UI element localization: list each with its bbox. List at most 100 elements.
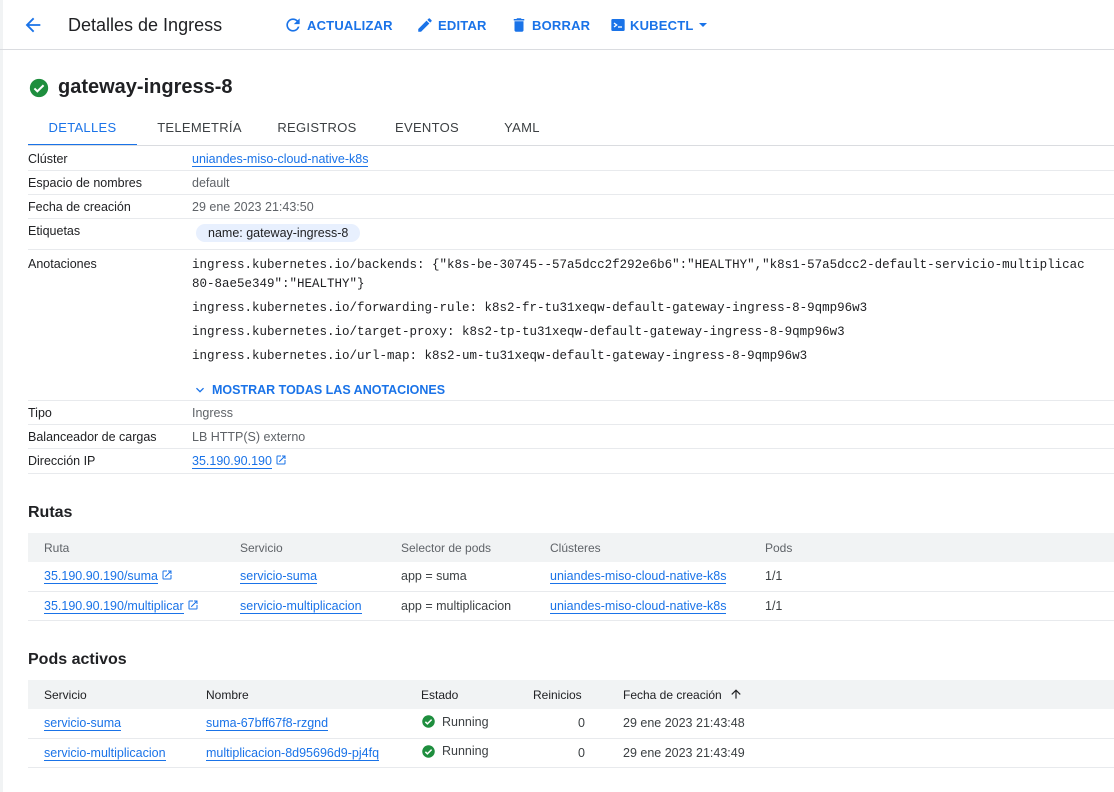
cluster-link[interactable]: uniandes-miso-cloud-native-k8s [192,152,369,167]
col-name[interactable]: Nombre [190,680,405,709]
pods-table: Servicio Nombre Estado Reinicios Fecha d… [28,680,1114,768]
external-link-icon [276,455,286,465]
table-row: servicio-suma suma-67bff67f8-rzgnd Runni… [28,709,1114,739]
route-link[interactable]: 35.190.90.190/multiplicar [44,598,184,614]
pencil-icon [418,18,432,32]
label-chip: name: gateway-ingress-8 [196,224,361,242]
detail-row-lb: Balanceador de cargas LB HTTP(S) externo [28,425,1114,449]
routes-title: Rutas [28,504,73,521]
namespace-label: Espacio de nombres [28,176,142,190]
service-link[interactable]: servicio-suma [44,716,122,732]
tab-telemetry[interactable]: TELEMETRÍA [137,112,262,146]
type-value: Ingress [192,406,233,420]
type-label: Tipo [28,406,52,420]
resource-name: gateway-ingress-8 [58,76,233,98]
detail-row-labels: Etiquetas name: gateway-ingress-8 [28,219,1114,250]
status-text: Running [442,714,489,729]
col-created-label: Fecha de creación [623,688,722,702]
show-all-annotations-button[interactable]: MOSTRAR TODAS LAS ANOTACIONES [192,382,445,398]
page-header: Detalles de Ingress ACTUALIZAR EDITAR BO… [0,0,1114,50]
chevron-down-icon [196,387,204,393]
pods-value: 1/1 [749,591,1114,621]
detail-row-namespace: Espacio de nombres default [28,171,1114,195]
external-link-icon [162,570,172,580]
tab-bar: DETALLES TELEMETRÍA REGISTROS EVENTOS YA… [28,112,562,146]
col-service: Servicio [224,533,385,562]
routes-table: Ruta Servicio Selector de pods Clústeres… [28,533,1114,621]
check-circle-icon [29,78,49,97]
show-all-label: MOSTRAR TODAS LAS ANOTACIONES [212,383,446,397]
route-link[interactable]: 35.190.90.190/suma [44,569,158,585]
annotation-backends-line1: ingress.kubernetes.io/backends: {"k8s-be… [192,258,1085,272]
detail-row-ip: Dirección IP 35.190.90.190 [28,449,1114,474]
details-panel: Clúster uniandes-miso-cloud-native-k8s E… [28,147,1114,474]
namespace-value: default [192,176,230,190]
col-service[interactable]: Servicio [28,680,190,709]
status-text: Running [442,744,489,758]
cluster-label: Clúster [28,152,68,166]
check-circle-icon [422,744,435,758]
terminal-icon [611,19,625,31]
lb-label: Balanceador de cargas [28,430,157,444]
page-title: Detalles de Ingress [68,15,223,35]
tabs-divider [28,145,1114,146]
back-arrow-icon[interactable] [22,14,44,36]
col-restarts[interactable]: Reinicios [517,680,607,709]
table-row: servicio-multiplicacion multiplicacion-8… [28,738,1114,768]
tab-events[interactable]: EVENTOS [372,112,482,146]
delete-button[interactable]: BORRAR [510,14,590,36]
service-link[interactable]: servicio-multiplicacion [240,598,362,614]
col-pods: Pods [749,533,1114,562]
kubectl-label: KUBECTL [630,17,694,33]
kubectl-menu-button[interactable]: KUBECTL [610,14,708,36]
annotation-forwarding-rule: ingress.kubernetes.io/forwarding-rule: k… [192,301,868,315]
left-rail [0,0,3,792]
tab-yaml[interactable]: YAML [482,112,562,146]
trash-icon [513,18,525,32]
pods-header-row: Servicio Nombre Estado Reinicios Fecha d… [28,680,1114,709]
detail-row-cluster: Clúster uniandes-miso-cloud-native-k8s [28,147,1114,171]
detail-row-type: Tipo Ingress [28,401,1114,425]
created-value: 29 ene 2023 21:43:50 [192,200,314,214]
created-value: 29 ene 2023 21:43:48 [607,709,1114,739]
cluster-link[interactable]: uniandes-miso-cloud-native-k8s [550,569,727,585]
col-selector: Selector de pods [385,533,534,562]
created-value: 29 ene 2023 21:43:49 [607,738,1114,768]
col-clusters: Clústeres [534,533,749,562]
service-link[interactable]: servicio-suma [240,569,318,585]
pod-link[interactable]: multiplicacion-8d95696d9-pj4fq [206,745,380,761]
col-route: Ruta [28,533,224,562]
pod-link[interactable]: suma-67bff67f8-rzgnd [206,716,329,732]
delete-label: BORRAR [532,17,591,33]
annotation-backends-line2: 80-8ae5e349":"HEALTHY"} [192,277,365,291]
tab-details[interactable]: DETALLES [28,112,137,146]
refresh-button[interactable]: ACTUALIZAR [283,14,393,36]
ip-label: Dirección IP [28,454,96,468]
caret-down-icon [698,23,707,27]
detail-row-annotations: Anotaciones ingress.kubernetes.io/backen… [28,250,1114,401]
annotations-label: Anotaciones [28,257,97,271]
lb-value: LB HTTP(S) externo [192,430,306,444]
edit-button[interactable]: EDITAR [416,14,487,36]
annotation-target-proxy: ingress.kubernetes.io/target-proxy: k8s2… [192,325,845,339]
created-label: Fecha de creación [28,200,131,214]
routes-header-row: Ruta Servicio Selector de pods Clústeres… [28,533,1114,562]
selector-value: app = multiplicacion [385,591,534,621]
labels-label: Etiquetas [28,224,81,238]
service-link[interactable]: servicio-multiplicacion [44,745,166,761]
selector-value: app = suma [385,562,534,592]
table-row: 35.190.90.190/suma servicio-suma app = s… [28,562,1114,592]
col-status[interactable]: Estado [405,680,517,709]
annotation-url-map: ingress.kubernetes.io/url-map: k8s2-um-t… [192,349,808,363]
detail-row-created: Fecha de creación 29 ene 2023 21:43:50 [28,195,1114,219]
pods-value: 1/1 [749,562,1114,592]
cluster-link[interactable]: uniandes-miso-cloud-native-k8s [550,598,727,614]
resource-title: gateway-ingress-8 [28,76,233,99]
col-created[interactable]: Fecha de creación [607,680,1114,709]
tab-logs[interactable]: REGISTROS [262,112,372,146]
ip-link[interactable]: 35.190.90.190 [192,454,272,469]
restarts-value: 0 [517,738,607,768]
restarts-value: 0 [517,709,607,739]
check-circle-icon [422,715,435,728]
external-link-icon [188,600,198,609]
